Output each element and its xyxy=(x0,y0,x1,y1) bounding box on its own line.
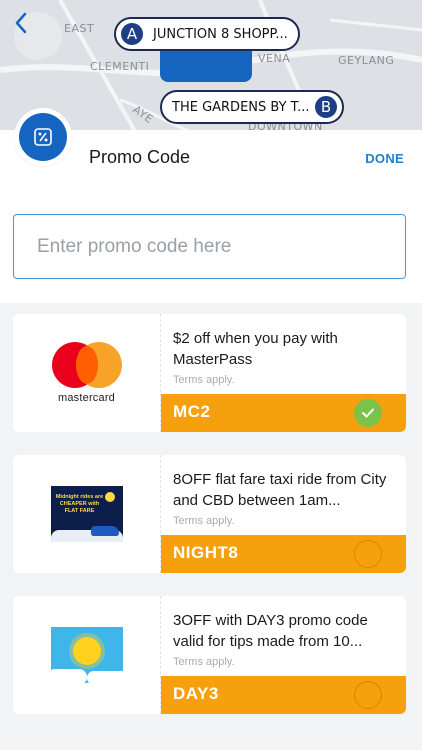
night-promo-banner: Midnight rides are CHEAPER with FLAT FAR… xyxy=(50,486,123,542)
route-marker xyxy=(160,50,252,82)
done-button[interactable]: DONE xyxy=(365,151,404,166)
promo-description: 3OFF with DAY3 promo code valid for tips… xyxy=(173,612,368,650)
pickup-label: JUNCTION 8 SHOPP... xyxy=(153,26,288,42)
terms-link[interactable]: Terms apply. xyxy=(173,656,235,668)
promo-details: 3OFF with DAY3 promo code valid for tips… xyxy=(161,596,406,714)
promo-input-field[interactable] xyxy=(13,214,406,279)
promo-logo-area: Midnight rides are CHEAPER with FLAT FAR… xyxy=(13,455,161,573)
sun-icon xyxy=(72,637,101,665)
promo-code-label: NIGHT8 xyxy=(173,543,239,562)
promo-badge-inner xyxy=(19,113,67,161)
back-button[interactable] xyxy=(14,12,62,60)
promo-sheet: Promo Code DONE mastercard $2 off when y… xyxy=(0,108,422,750)
unselected-radio-icon[interactable] xyxy=(354,540,382,568)
map-label-vena: VENA xyxy=(258,52,291,65)
dropoff-letter: B xyxy=(313,94,339,120)
promo-details: 8OFF flat fare taxi ride from City and C… xyxy=(161,455,406,573)
sun-promo-banner xyxy=(50,627,123,683)
page-title: Promo Code xyxy=(89,147,191,167)
terms-link[interactable]: Terms apply. xyxy=(173,515,235,527)
promo-code-input[interactable] xyxy=(14,215,405,278)
map-label-east: EAST xyxy=(64,22,95,35)
promo-code-bar[interactable]: DAY3 xyxy=(161,676,406,714)
dropoff-pin[interactable]: THE GARDENS BY T... B xyxy=(160,90,344,124)
pickup-letter: A xyxy=(119,21,145,47)
promo-logo-area xyxy=(13,596,161,714)
pickup-pin[interactable]: A JUNCTION 8 SHOPP... xyxy=(114,17,300,51)
promo-description: $2 off when you pay with MasterPass xyxy=(173,330,338,368)
dropoff-label: THE GARDENS BY T... xyxy=(172,99,310,115)
percent-icon xyxy=(34,128,52,146)
promo-card-day3[interactable]: 3OFF with DAY3 promo code valid for tips… xyxy=(13,596,406,714)
taxi-icon xyxy=(90,526,119,536)
map-label-geylang: GEYLANG xyxy=(338,54,395,67)
unselected-radio-icon[interactable] xyxy=(354,681,382,709)
mastercard-logo-text: mastercard xyxy=(57,392,116,404)
promo-code-bar[interactable]: NIGHT8 xyxy=(161,535,406,573)
promo-code-bar[interactable]: MC2 xyxy=(161,394,406,432)
promo-logo-area: mastercard xyxy=(13,314,161,432)
promo-details: $2 off when you pay with MasterPass Term… xyxy=(161,314,406,432)
night-banner-text: Midnight rides are CHEAPER with FLAT FAR… xyxy=(55,494,104,514)
promo-code-label: MC2 xyxy=(173,402,211,421)
promo-card-night8[interactable]: Midnight rides are CHEAPER with FLAT FAR… xyxy=(13,455,406,573)
map-label-clementi: CLEMENTI xyxy=(90,60,150,73)
selected-check-icon[interactable] xyxy=(354,399,382,427)
mastercard-logo: mastercard xyxy=(51,342,122,404)
promo-card-mc2[interactable]: mastercard $2 off when you pay with Mast… xyxy=(13,314,406,432)
chevron-left-icon xyxy=(15,12,27,34)
promo-badge xyxy=(14,108,72,166)
terms-link[interactable]: Terms apply. xyxy=(173,374,235,386)
promo-code-label: DAY3 xyxy=(173,684,219,703)
promo-description: 8OFF flat fare taxi ride from City and C… xyxy=(173,471,387,509)
